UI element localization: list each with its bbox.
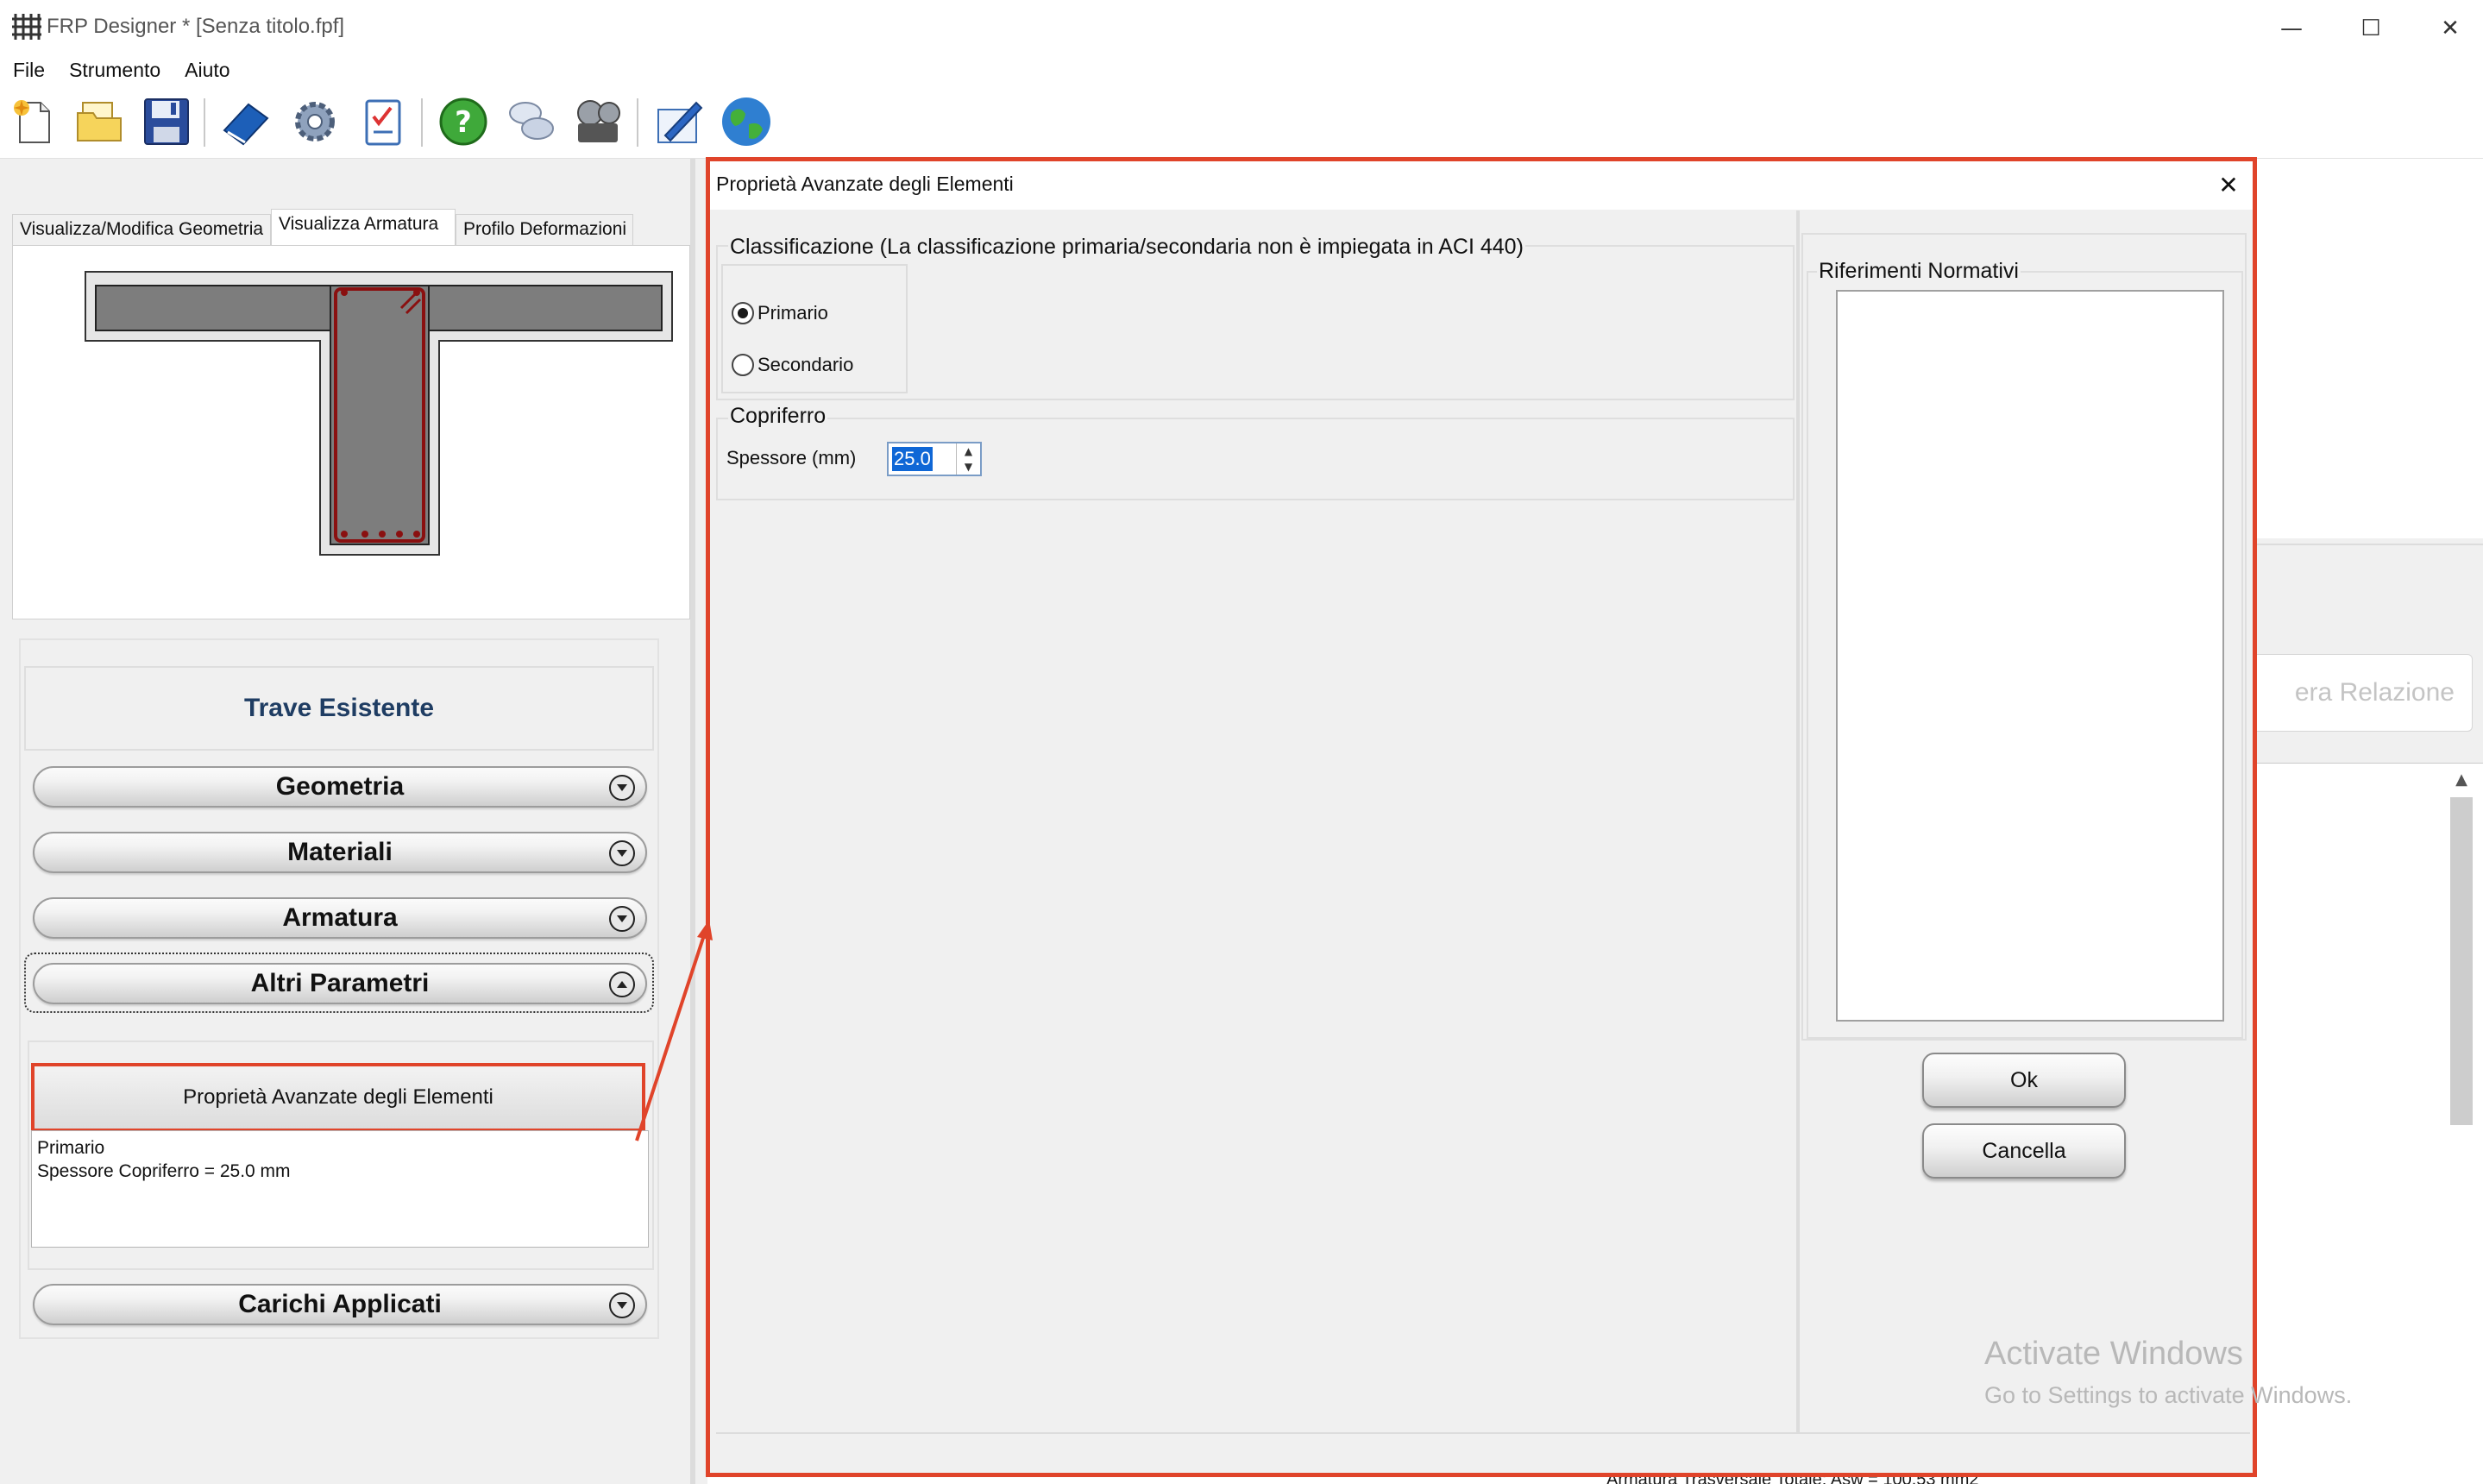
summary-line: Primario — [37, 1138, 105, 1158]
section-label: Altri Parametri — [250, 969, 430, 997]
annotation-arrow — [630, 915, 716, 1148]
t-beam-drawing — [85, 271, 673, 556]
settings-gear-icon[interactable] — [286, 93, 343, 150]
open-folder-icon[interactable] — [71, 93, 128, 150]
menu-bar: File Strumento Aiuto — [0, 57, 2483, 86]
highlight-box — [31, 1063, 645, 1132]
panel-header: Trave Esistente — [24, 666, 654, 751]
film-reel-icon[interactable] — [569, 93, 626, 150]
save-icon[interactable] — [138, 93, 195, 150]
summary-line: Spessore Copriferro = 25.0 mm — [37, 1161, 291, 1181]
tab-armatura[interactable]: Visualizza Armatura — [271, 209, 456, 245]
dialog-highlight-box — [706, 157, 2257, 1477]
section-label: Armatura — [282, 903, 398, 932]
right-canvas — [2252, 159, 2483, 538]
menu-strumento[interactable]: Strumento — [57, 57, 173, 86]
globe-icon[interactable] — [718, 93, 775, 150]
tab-geometria[interactable]: Visualizza/Modifica Geometria — [12, 214, 271, 245]
properties-summary: Primario Spessore Copriferro = 25.0 mm — [31, 1130, 649, 1248]
minimize-button[interactable]: — — [2252, 0, 2331, 57]
title-bar — [0, 0, 2483, 57]
toolbar: ? — [0, 86, 2483, 159]
chat-bubbles-icon[interactable] — [502, 93, 559, 150]
svg-text:?: ? — [455, 105, 472, 140]
window-close-button[interactable]: ✕ — [2411, 0, 2483, 57]
menu-file[interactable]: File — [0, 57, 57, 86]
chevron-down-icon — [609, 840, 635, 866]
section-armatura-button[interactable]: Armatura — [33, 897, 647, 939]
section-label: Carichi Applicati — [238, 1290, 442, 1318]
window-title: FRP Designer * [Senza titolo.fpf] — [47, 15, 345, 38]
activation-watermark: Activate Windows — [1984, 1336, 2243, 1372]
section-label: Materiali — [287, 838, 393, 866]
activation-watermark-sub: Go to Settings to activate Windows. — [1984, 1382, 2353, 1408]
chevron-down-icon — [609, 775, 635, 801]
section-preview — [12, 245, 690, 619]
scroll-up-icon[interactable]: ▲ — [2448, 766, 2474, 792]
app-logo-icon — [12, 12, 41, 41]
checklist-icon[interactable] — [354, 93, 411, 150]
edit-pen-icon[interactable] — [651, 93, 707, 150]
scrollbar-thumb[interactable] — [2450, 797, 2473, 1125]
section-carichi-button[interactable]: Carichi Applicati — [33, 1284, 647, 1325]
book-icon[interactable] — [217, 93, 274, 150]
chevron-down-icon — [609, 1292, 635, 1318]
maximize-button[interactable]: ☐ — [2331, 0, 2411, 57]
menu-aiuto[interactable]: Aiuto — [173, 57, 242, 86]
section-geometria-button[interactable]: Geometria — [33, 766, 647, 808]
report-output — [2252, 763, 2483, 1484]
help-icon[interactable]: ? — [435, 93, 492, 150]
divider — [2252, 544, 2483, 545]
section-altri-parametri-button[interactable]: Altri Parametri — [33, 963, 647, 1004]
section-label: Geometria — [275, 772, 405, 801]
new-file-icon[interactable] — [5, 93, 62, 150]
tab-deformazioni[interactable]: Profilo Deformazioni — [456, 214, 633, 245]
section-materiali-button[interactable]: Materiali — [33, 832, 647, 873]
panel-title: Trave Esistente — [243, 694, 435, 722]
